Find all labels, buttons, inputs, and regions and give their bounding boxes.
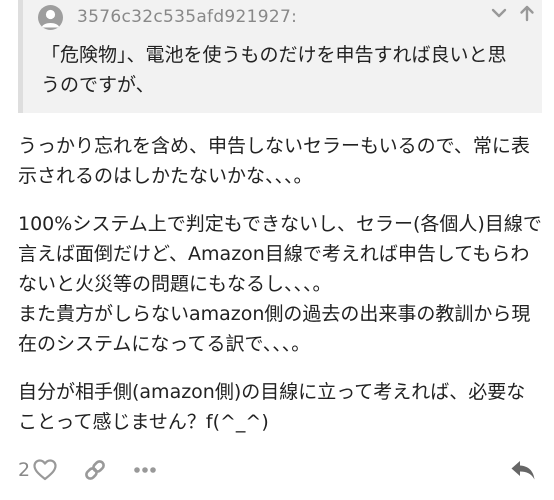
chevron-down-icon[interactable] [490, 4, 508, 22]
reply-button[interactable] [510, 459, 536, 481]
more-actions-button[interactable] [133, 466, 157, 474]
post-body: うっかり忘れを含め、申告しないセラーもいるので、常に表示されるのはしかたないかな… [18, 131, 543, 455]
quote-block: 3576c32c535afd921927: 「危険物」、電池を使うものだけを申告… [18, 0, 542, 113]
reply-arrow-icon [511, 461, 535, 480]
post-paragraph-2: 100%システム上で判定もできないし、セラー(各個人)目線で言えば面倒だけど、A… [18, 213, 542, 355]
like-count[interactable]: 2 [18, 459, 30, 481]
post-paragraph-1: うっかり忘れを含め、申告しないセラーもいるので、常に表示されるのはしかたないかな… [18, 135, 530, 187]
heart-icon [33, 459, 57, 481]
link-icon [85, 460, 105, 480]
copy-link-button[interactable] [83, 458, 107, 482]
post-paragraph-3: 自分が相手側(amazon側)の目線に立って考えれば、必要なことって感じません？… [18, 381, 526, 433]
quote-text: 「危険物」、電池を使うものだけを申告すれば良いと思うのですが、 [41, 44, 507, 96]
ellipsis-icon [134, 467, 156, 473]
quote-controls [490, 4, 536, 22]
like-button[interactable] [33, 459, 57, 481]
quote-author[interactable]: 3576c32c535afd921927: [77, 7, 297, 27]
post-actions: 2 [18, 452, 540, 488]
user-avatar-icon[interactable] [38, 4, 63, 30]
arrow-up-icon[interactable] [518, 4, 536, 22]
quote-header: 3576c32c535afd921927: [38, 3, 532, 31]
